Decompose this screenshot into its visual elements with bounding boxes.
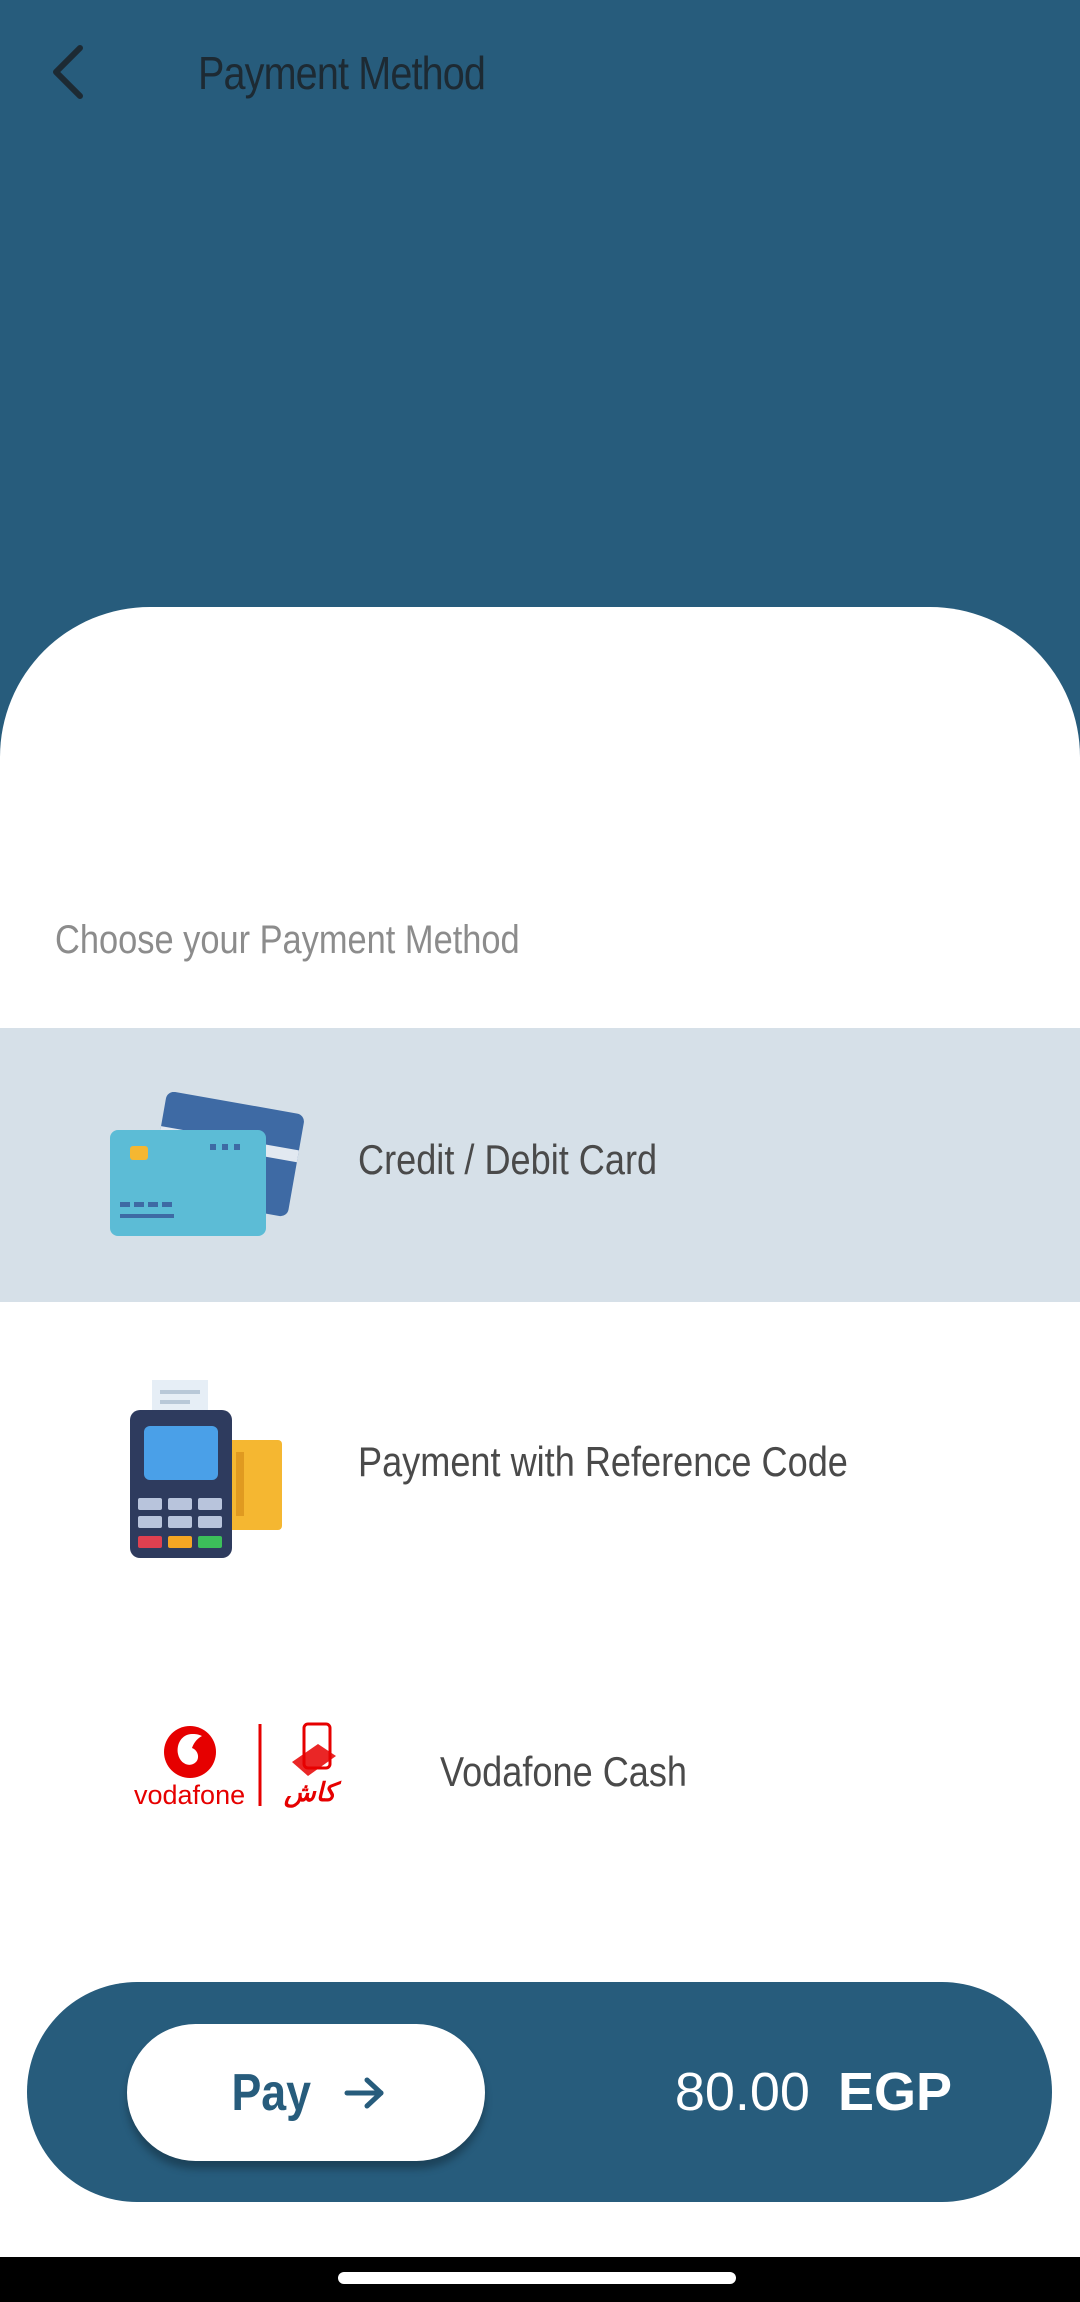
pay-amount: 80.00 EGP [675,1982,952,2202]
back-button[interactable] [28,30,108,114]
method-vodafone-cash[interactable]: vodafone كاش Vodafone Cash [0,1640,1080,1900]
method-label: Vodafone Cash [440,1748,688,1795]
method-reference-code[interactable]: Payment with Reference Code [0,1330,1080,1610]
vodafone-cash-logo: vodafone كاش [132,1722,362,1822]
cash-wordmark: كاش [284,1778,337,1808]
home-indicator[interactable] [338,2272,736,2284]
credit-card-icon [110,1092,304,1236]
section-label: Choose your Payment Method [55,918,520,962]
method-label: Payment with Reference Code [358,1438,848,1485]
pay-bar: Pay 80.00 EGP [27,1982,1052,2202]
pay-label: Pay [231,2063,311,2122]
method-label: Credit / Debit Card [358,1136,658,1183]
pos-terminal-icon [130,1380,282,1558]
method-credit-card[interactable]: Credit / Debit Card [0,1028,1080,1302]
vodafone-wordmark: vodafone [134,1780,246,1810]
pay-button[interactable]: Pay [127,2024,485,2161]
amount-value: 80.00 [674,2062,810,2122]
amount-currency: EGP [837,2062,952,2122]
chevron-left-icon [53,45,83,99]
page-title: Payment Method [198,47,486,99]
arrow-right-icon [344,2077,384,2108]
